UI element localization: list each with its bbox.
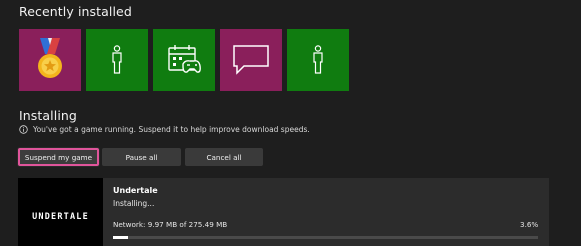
recent-tile-5[interactable]: [287, 29, 349, 91]
recent-tile-2[interactable]: [86, 29, 148, 91]
recent-tile-3[interactable]: [153, 29, 215, 91]
install-status: Installing...: [113, 199, 155, 208]
recent-tile-1[interactable]: [19, 29, 81, 91]
progress-percent: 3.6%: [520, 220, 539, 229]
info-icon: [19, 125, 28, 134]
download-speed-notice: You've got a game running. Suspend it to…: [19, 125, 310, 134]
person-icon: [311, 45, 325, 75]
pause-all-button[interactable]: Pause all: [102, 148, 181, 166]
person-icon: [110, 45, 124, 75]
game-title: Undertale: [113, 186, 158, 195]
chat-bubble-icon: [232, 44, 270, 76]
xbox-my-games-screen: Recently installed Installing You've got…: [0, 0, 581, 246]
download-progress-bar: [113, 236, 538, 239]
calendar-controller-icon: [167, 44, 201, 76]
game-cover-art: UNDERTALE: [18, 178, 103, 246]
notice-text: You've got a game running. Suspend it to…: [33, 125, 310, 134]
game-logo-text: UNDERTALE: [32, 212, 89, 222]
recently-installed-heading: Recently installed: [19, 4, 132, 19]
network-progress-text: Network: 9.97 MB of 275.49 MB: [113, 220, 228, 229]
installing-heading: Installing: [19, 108, 77, 123]
download-progress-fill: [113, 236, 129, 239]
medal-icon: [33, 38, 67, 82]
recent-tile-4[interactable]: [220, 29, 282, 91]
suspend-my-game-button[interactable]: Suspend my game: [18, 148, 99, 166]
cancel-all-button[interactable]: Cancel all: [185, 148, 263, 166]
